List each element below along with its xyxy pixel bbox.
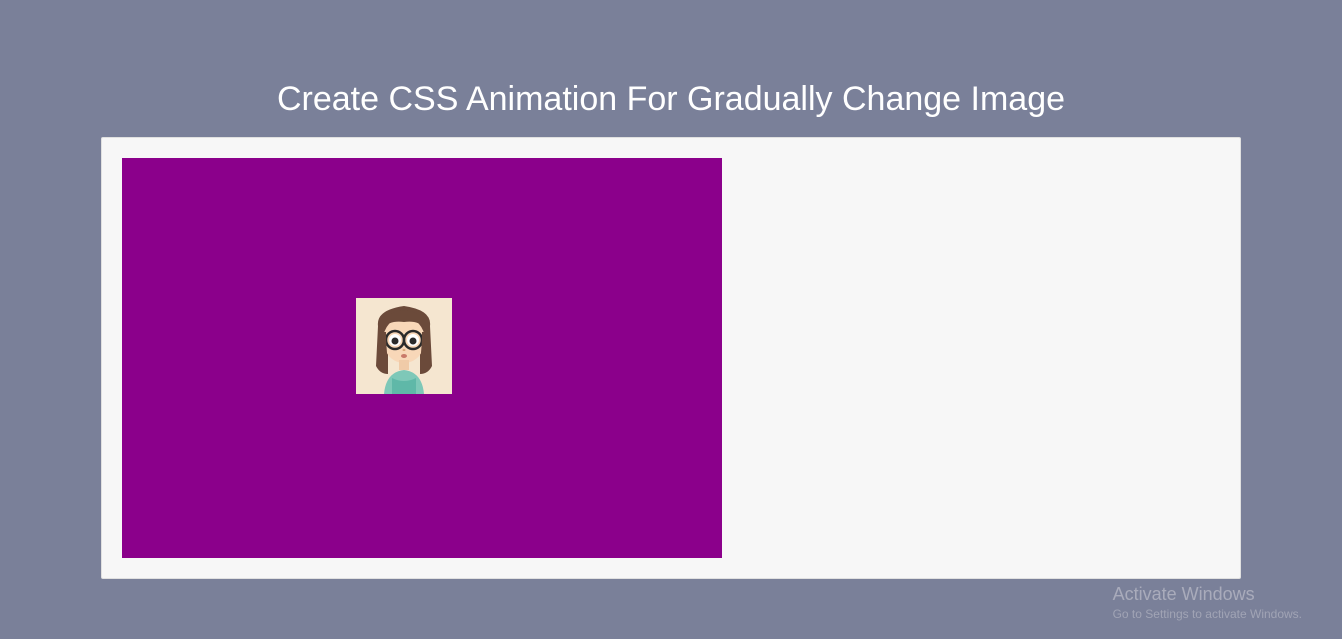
avatar-image — [356, 298, 452, 394]
watermark-title: Activate Windows — [1113, 584, 1302, 605]
windows-activation-watermark: Activate Windows Go to Settings to activ… — [1113, 584, 1302, 621]
animation-demo-box — [122, 158, 722, 558]
main-container — [101, 137, 1241, 579]
watermark-subtitle: Go to Settings to activate Windows. — [1113, 607, 1302, 621]
page-title: Create CSS Animation For Gradually Chang… — [0, 0, 1342, 137]
cartoon-girl-avatar-icon — [356, 298, 452, 394]
